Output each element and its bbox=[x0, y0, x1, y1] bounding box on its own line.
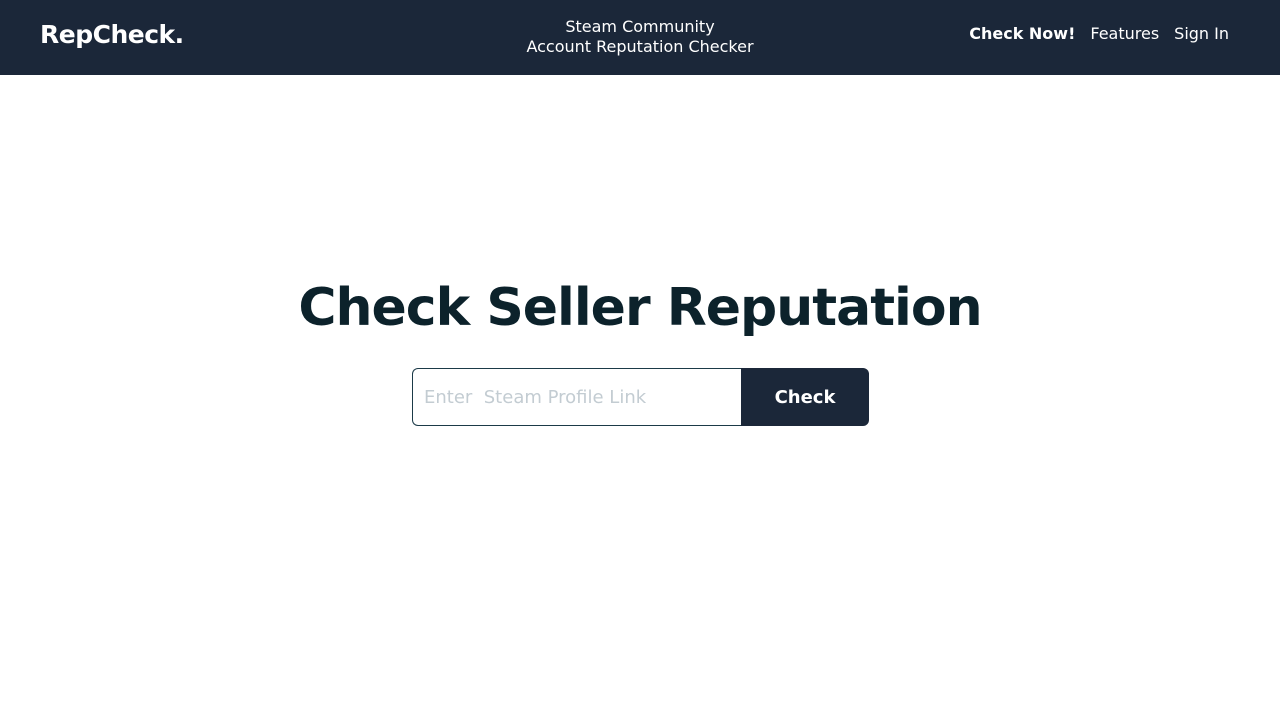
check-button[interactable]: Check bbox=[741, 368, 869, 426]
tagline: Steam Community Account Reputation Check… bbox=[440, 17, 840, 57]
nav-features-link[interactable]: Features bbox=[1090, 24, 1159, 43]
steam-profile-link-input[interactable] bbox=[412, 368, 741, 426]
hero-title: Check Seller Reputation bbox=[298, 278, 982, 338]
tagline-line-2: Account Reputation Checker bbox=[526, 37, 754, 56]
logo[interactable]: RepCheck. bbox=[40, 20, 184, 49]
profile-search-form: Check bbox=[412, 368, 869, 426]
navbar: RepCheck. Steam Community Account Reputa… bbox=[0, 0, 1280, 75]
nav-sign-in-link[interactable]: Sign In bbox=[1174, 24, 1229, 43]
tagline-line-1: Steam Community bbox=[565, 17, 715, 36]
nav-check-now-link[interactable]: Check Now! bbox=[969, 24, 1075, 43]
nav-links: Check Now! Features Sign In bbox=[969, 24, 1229, 43]
